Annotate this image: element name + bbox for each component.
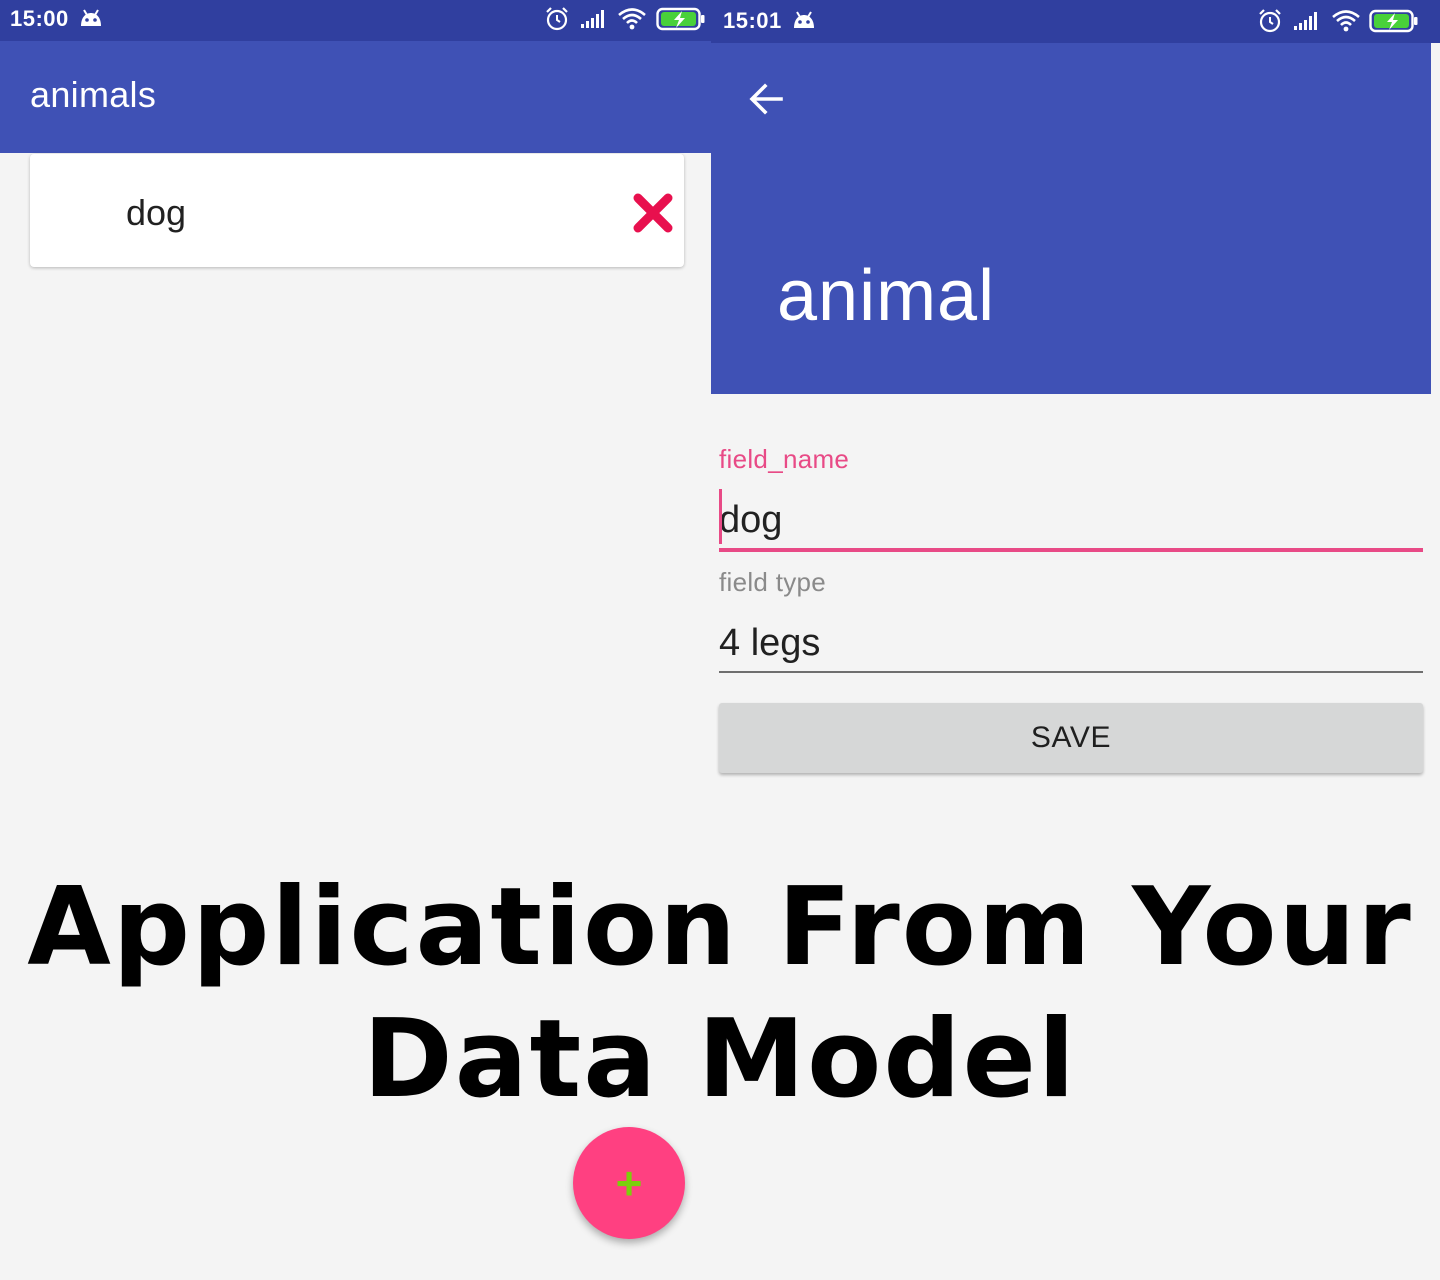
battery-charging-icon (656, 7, 705, 31)
status-bar: 15:01 (711, 0, 1440, 43)
back-arrow-icon[interactable] (747, 79, 787, 119)
field-name-underline (719, 548, 1423, 552)
plus-icon: + (615, 1157, 643, 1209)
overlay-caption: Application From Your Data Model (0, 862, 1440, 1126)
alarm-icon (1259, 9, 1281, 33)
delete-x-icon[interactable] (632, 192, 674, 234)
field-type-underline (719, 671, 1423, 673)
add-fab-button[interactable]: + (573, 1127, 685, 1239)
signal-icon (581, 10, 604, 28)
app-bar-title: animals (30, 74, 157, 115)
text-cursor (719, 489, 722, 544)
wifi-icon (1332, 10, 1360, 32)
status-time: 15:01 (723, 8, 782, 33)
signal-icon (1294, 12, 1317, 30)
battery-charging-icon (1369, 9, 1418, 33)
field-name-label: field_name (719, 444, 850, 474)
android-icon (81, 9, 101, 26)
alarm-icon (546, 7, 568, 31)
field-type-input[interactable] (719, 615, 1423, 671)
screenshot-canvas: 15:00 animals dog 15:01 animal field_nam… (0, 0, 1440, 1280)
status-time: 15:00 (10, 6, 69, 31)
android-icon (794, 11, 814, 28)
list-item-label: dog (126, 192, 187, 233)
field-name-input[interactable] (719, 492, 1423, 548)
caption-line-2: Data Model (363, 997, 1077, 1122)
save-button[interactable]: SAVE (719, 703, 1423, 773)
list-item[interactable]: dog (30, 154, 684, 267)
collapsing-app-bar: animal (711, 43, 1431, 394)
wifi-icon (618, 8, 646, 30)
page-title: animal (777, 256, 996, 336)
app-bar: animals (0, 41, 711, 153)
field-type-label: field type (719, 567, 827, 597)
caption-line-1: Application From Your (27, 865, 1413, 990)
status-bar: 15:00 (0, 0, 711, 41)
